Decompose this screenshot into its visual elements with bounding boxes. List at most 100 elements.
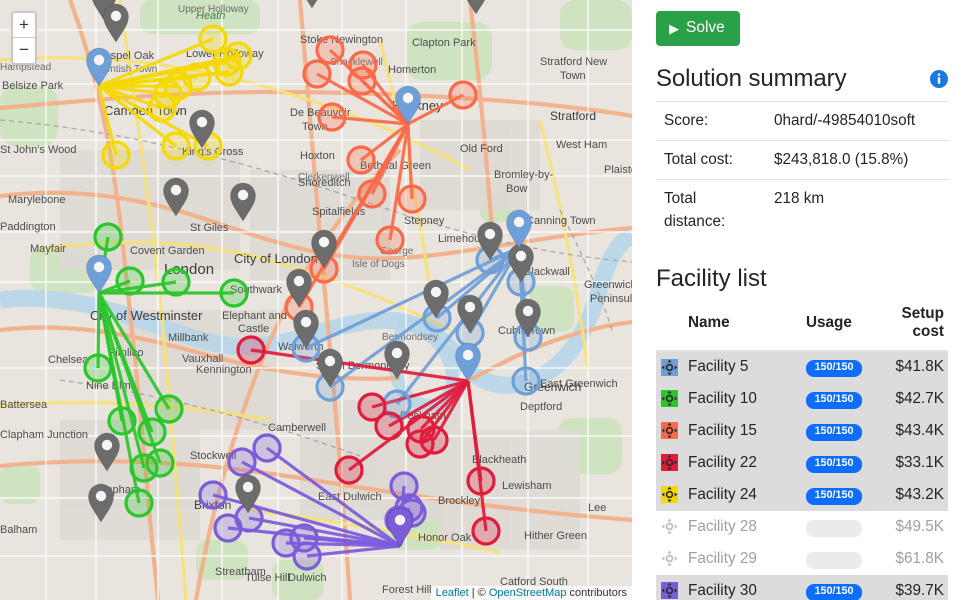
unused-facility-pin[interactable] [464,0,489,15]
solve-button-label: Solve [686,19,725,36]
customer-circle[interactable] [357,179,387,209]
facility-usage-cell: 150/150 [800,478,872,511]
usage-badge: 150/150 [806,455,862,473]
customer-circle[interactable] [347,66,377,96]
map-zoom-control[interactable]: + − [11,11,37,65]
usage-badge: 150/150 [806,487,862,505]
facility-setup-cost: $43.4K [872,414,948,447]
summary-row: Score: 0hard/-49854010soft [656,100,948,141]
customer-circle[interactable] [292,541,322,571]
facility-row[interactable]: Facility 24 150/150 $43.2K [656,478,948,511]
facility-marker-icon [661,518,678,535]
customer-circle[interactable] [405,429,435,459]
customer-circle[interactable] [83,353,113,383]
customer-circle[interactable] [214,57,244,87]
customer-circle[interactable] [397,184,427,214]
facility-row[interactable]: Facility 29 $61.8K [656,542,948,575]
customer-circle[interactable] [302,59,332,89]
customer-circle[interactable] [346,145,376,175]
customer-circle[interactable] [511,366,541,396]
facility-marker-icon [661,582,678,600]
info-circle-icon[interactable] [930,70,948,88]
unused-facility-pin[interactable] [229,182,257,222]
facility-usage-cell [800,542,872,575]
facility-row[interactable]: Facility 30 150/150 $39.7K [656,574,948,600]
customer-circle[interactable] [115,266,145,296]
customer-circle[interactable] [124,488,154,518]
customer-circle[interactable] [334,455,364,485]
facility-pin[interactable] [454,342,482,382]
facility-col-name: Name [682,296,800,352]
summary-row-key: Total distance: [656,179,766,241]
customer-circle[interactable] [161,267,191,297]
facility-pin[interactable] [85,47,113,87]
attribution-suffix: contributors [566,587,627,599]
customer-circle[interactable] [448,80,478,110]
facility-pin[interactable] [505,209,533,249]
customer-circle[interactable] [107,406,137,436]
customer-circle[interactable] [198,480,228,510]
solution-summary-table: Score: 0hard/-49854010soft Total cost: $243… [656,100,948,241]
facility-list-table: Name Usage Setup cost Facility 5 150/150 $… [656,296,948,600]
customer-circle[interactable] [471,516,501,546]
customer-circle[interactable] [219,278,249,308]
facility-marker-icon [661,422,678,440]
customer-circle[interactable] [466,466,496,496]
solution-summary-title: Solution summary [656,65,847,92]
facility-row-icon-cell [656,574,682,600]
customer-circle[interactable] [129,453,159,483]
facility-usage-cell: 150/150 [800,446,872,479]
facility-row[interactable]: Facility 10 150/150 $42.7K [656,382,948,415]
facility-usage-cell: 150/150 [800,382,872,415]
map-pane[interactable]: Heath Upper Holloway Stoke Newington Clapto… [0,0,632,600]
route-line [466,380,488,532]
customer-circle[interactable] [252,433,282,463]
customer-circle[interactable] [137,417,167,447]
summary-row: Total cost: $243,818.0 (15.8%) [656,140,948,180]
zoom-out-button[interactable]: − [13,38,35,63]
facility-setup-cost: $61.8K [872,542,948,575]
facility-row-icon-cell [656,478,682,511]
facility-name: Facility 30 [682,574,800,600]
facility-pin[interactable] [85,254,113,294]
summary-row-value: 218 km [766,179,948,241]
facility-setup-cost: $43.2K [872,478,948,511]
customer-circle[interactable] [154,394,184,424]
customer-circle[interactable] [317,102,347,132]
leaflet-link[interactable]: Leaflet [436,587,469,599]
customer-circle[interactable] [374,411,404,441]
facility-name: Facility 5 [682,350,800,383]
unused-facility-pin[interactable] [102,3,130,43]
customer-circle[interactable] [198,24,228,54]
customer-circle[interactable] [375,225,405,255]
openstreetmap-link[interactable]: OpenStreetMap [489,587,567,599]
summary-row-value: $243,818.0 (15.8%) [766,140,948,180]
unused-facility-pin[interactable] [93,432,121,472]
unused-facility-pin[interactable] [87,483,115,523]
usage-badge: 150/150 [806,391,862,409]
facility-row-icon-cell [656,350,682,383]
facility-col-setup-cost: Setup cost [872,296,948,352]
facility-row[interactable]: Facility 28 $49.5K [656,510,948,543]
solve-button[interactable]: ▶ Solve [656,11,740,46]
facility-setup-cost: $42.7K [872,382,948,415]
customer-circle[interactable] [315,35,345,65]
customer-circle[interactable] [161,131,191,161]
customer-circle[interactable] [236,335,266,365]
unused-facility-pin[interactable] [162,177,190,217]
customer-circle[interactable] [147,93,177,123]
customer-circle[interactable] [227,447,257,477]
facility-name: Facility 10 [682,382,800,415]
unused-facility-pin[interactable] [300,0,325,9]
solution-panel: ▶ Solve Solution summary Score: 0hard/-49… [632,0,962,600]
facility-name: Facility 15 [682,414,800,447]
customer-circle[interactable] [101,140,131,170]
facility-row[interactable]: Facility 5 150/150 $41.8K [656,350,948,383]
customer-circle[interactable] [93,222,123,252]
zoom-in-button[interactable]: + [13,13,35,38]
facility-row[interactable]: Facility 15 150/150 $43.4K [656,414,948,447]
facility-row-icon-cell [656,446,682,479]
facility-row[interactable]: Facility 22 150/150 $33.1K [656,446,948,479]
facility-row-icon-cell [656,510,682,543]
facility-marker-icon [661,390,678,408]
